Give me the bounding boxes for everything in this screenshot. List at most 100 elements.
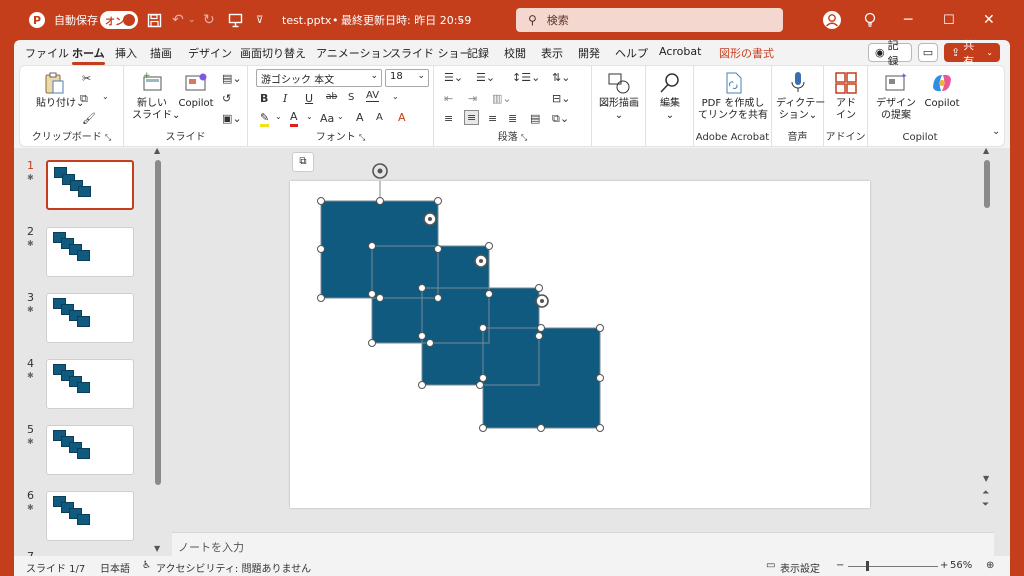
design-ideas-button[interactable]: ✦ デザイン の提案 bbox=[874, 70, 918, 122]
chevron-down-icon[interactable]: ⌄ bbox=[275, 112, 282, 121]
strikethrough-button[interactable]: ab bbox=[326, 92, 337, 102]
shrink-font-button[interactable]: A bbox=[376, 112, 383, 123]
align-right-icon[interactable]: ≡ bbox=[488, 112, 497, 125]
tab-shape-format[interactable]: 図形の書式 bbox=[719, 45, 774, 61]
character-spacing-button[interactable]: AV bbox=[366, 90, 380, 102]
editor-scrollbar[interactable]: ▲ ▼ ⏶ ⏷ bbox=[982, 146, 992, 528]
accessibility-icon[interactable]: ♿︎ bbox=[142, 560, 151, 571]
tab-draw[interactable]: 描画 bbox=[150, 45, 172, 61]
undo-icon[interactable]: ↶ bbox=[172, 0, 184, 40]
lightbulb-icon[interactable] bbox=[863, 0, 877, 40]
tab-review[interactable]: 校閲 bbox=[504, 45, 526, 61]
change-case-button[interactable]: Aa bbox=[320, 112, 334, 125]
dictate-button[interactable]: ディクテー ション⌄ bbox=[776, 70, 825, 122]
slide-thumbnail-1[interactable] bbox=[46, 160, 134, 210]
zoom-out-icon[interactable]: − bbox=[836, 560, 844, 571]
format-painter-icon[interactable]: 🖌 bbox=[82, 112, 96, 125]
comments-button[interactable]: ▭ bbox=[918, 43, 938, 62]
create-pdf-button[interactable]: PDF を作成し てリンクを共有 bbox=[698, 70, 768, 122]
rotate-handle-icon[interactable] bbox=[420, 209, 440, 229]
shadow-icon[interactable]: S bbox=[348, 92, 354, 103]
undo-dropdown-icon[interactable]: ⌄ bbox=[188, 0, 196, 40]
scroll-up-icon[interactable]: ▲ bbox=[983, 146, 989, 155]
tab-record[interactable]: 記録 bbox=[467, 45, 489, 61]
font-name-select[interactable]: 游ゴシック 本文 ⌄ bbox=[256, 69, 382, 87]
tab-acrobat[interactable]: Acrobat bbox=[659, 45, 701, 58]
rotate-handle-icon[interactable] bbox=[532, 291, 552, 311]
bullets-icon[interactable]: ☰⌄ bbox=[444, 71, 463, 84]
underline-button[interactable]: U bbox=[305, 92, 313, 105]
tab-home[interactable]: ホーム bbox=[72, 45, 105, 65]
layout-icon[interactable]: ▤⌄ bbox=[222, 72, 242, 85]
slide-thumbnail-5[interactable] bbox=[46, 425, 134, 475]
autosave-toggle[interactable]: オン bbox=[100, 11, 138, 29]
display-settings-label[interactable]: 表示設定 bbox=[780, 560, 820, 575]
scrollbar-thumb[interactable] bbox=[984, 160, 990, 208]
chevron-down-icon[interactable]: ⌄ bbox=[457, 0, 465, 40]
zoom-slider[interactable] bbox=[848, 566, 938, 567]
close-icon[interactable]: ✕ bbox=[983, 0, 995, 40]
scroll-down-icon[interactable]: ▼ bbox=[154, 544, 160, 553]
line-spacing-icon[interactable]: ↕☰⌄ bbox=[512, 71, 540, 84]
decrease-indent-icon[interactable]: ⇤ bbox=[444, 92, 453, 105]
tab-animations[interactable]: アニメーション bbox=[316, 45, 393, 61]
tab-transitions[interactable]: 画面切り替え bbox=[240, 45, 306, 61]
presentation-icon[interactable] bbox=[228, 0, 243, 40]
tab-slideshow[interactable]: スライド ショー bbox=[390, 45, 471, 61]
chevron-down-icon[interactable]: ⌄ bbox=[102, 92, 109, 101]
share-button[interactable]: ⇪ 共有 ⌄ bbox=[944, 39, 1000, 68]
highlight-color-icon[interactable]: ✎ bbox=[260, 112, 270, 127]
scroll-down-icon[interactable]: ▼ bbox=[983, 474, 989, 483]
scroll-up-icon[interactable]: ▲ bbox=[154, 146, 160, 155]
fit-to-window-icon[interactable]: ⊕ bbox=[986, 560, 994, 571]
slide-thumbnail-6[interactable] bbox=[46, 491, 134, 541]
rotate-handle-icon[interactable] bbox=[367, 159, 397, 189]
display-settings-icon[interactable]: ▭ bbox=[766, 560, 775, 571]
account-icon[interactable] bbox=[822, 0, 842, 40]
italic-button[interactable]: I bbox=[283, 92, 287, 105]
shape-draw-button[interactable]: 図形描画 ⌄ bbox=[596, 70, 642, 122]
align-text-icon[interactable]: ⊟⌄ bbox=[552, 92, 570, 105]
align-left-icon[interactable]: ≡ bbox=[444, 112, 453, 125]
chevron-down-icon[interactable]: ⌄ bbox=[392, 92, 399, 101]
numbering-icon[interactable]: ☰⌄ bbox=[476, 71, 495, 84]
increase-indent-icon[interactable]: ⇥ bbox=[468, 92, 477, 105]
align-center-icon[interactable]: ≡ bbox=[464, 110, 480, 125]
maximize-icon[interactable]: ☐ bbox=[943, 0, 955, 40]
language-indicator[interactable]: 日本語 bbox=[100, 560, 130, 575]
rotate-handle-icon[interactable] bbox=[471, 251, 491, 271]
chevron-down-icon[interactable]: ⌄ bbox=[306, 112, 313, 121]
paste-button[interactable]: 貼り付け⌄ bbox=[36, 70, 84, 110]
grow-font-button[interactable]: A bbox=[356, 111, 364, 124]
font-color-icon[interactable]: A bbox=[290, 110, 298, 127]
tab-insert[interactable]: 挿入 bbox=[115, 45, 137, 61]
reset-icon[interactable]: ↺ bbox=[222, 92, 231, 105]
zoom-slider-thumb[interactable] bbox=[866, 561, 869, 571]
bold-button[interactable]: B bbox=[260, 92, 268, 105]
designer-icon[interactable]: ⧉ bbox=[292, 152, 314, 172]
tab-developer[interactable]: 開発 bbox=[578, 45, 600, 61]
record-button[interactable]: ◉ 記録 bbox=[868, 39, 912, 68]
search-input[interactable]: ⚲ 検索 bbox=[516, 8, 783, 32]
scrollbar-thumb[interactable] bbox=[155, 160, 161, 485]
previous-slide-icon[interactable]: ⏶ bbox=[982, 488, 989, 498]
last-modified[interactable]: 最終更新日時: 昨日 20:59 bbox=[341, 0, 471, 40]
slide-thumbnail-4[interactable] bbox=[46, 359, 134, 409]
text-direction-icon[interactable]: ⇅⌄ bbox=[552, 71, 570, 84]
copilot-slides-button[interactable]: Copilot bbox=[176, 70, 216, 110]
tab-view[interactable]: 表示 bbox=[541, 45, 563, 61]
minimize-icon[interactable]: ─ bbox=[904, 0, 912, 40]
addins-button[interactable]: アド イン bbox=[828, 70, 864, 122]
tab-help[interactable]: ヘルプ bbox=[615, 45, 648, 61]
new-slide-button[interactable]: + 新しい スライド⌄ bbox=[132, 70, 180, 122]
tab-design[interactable]: デザイン bbox=[188, 45, 232, 61]
notes-pane[interactable]: ノートを入力 bbox=[172, 532, 994, 556]
slide-thumbnail-3[interactable] bbox=[46, 293, 134, 343]
copilot-button[interactable]: Copilot bbox=[922, 70, 962, 110]
clear-format-button[interactable]: A bbox=[398, 111, 406, 124]
zoom-level[interactable]: 56% bbox=[950, 560, 972, 571]
smartart-icon[interactable]: ⧉⌄ bbox=[552, 112, 569, 126]
tab-file[interactable]: ファイル bbox=[25, 45, 69, 61]
thumbnail-scrollbar[interactable]: ▲ ▼ bbox=[153, 146, 163, 556]
font-size-select[interactable]: 18 ⌄ bbox=[385, 69, 429, 87]
